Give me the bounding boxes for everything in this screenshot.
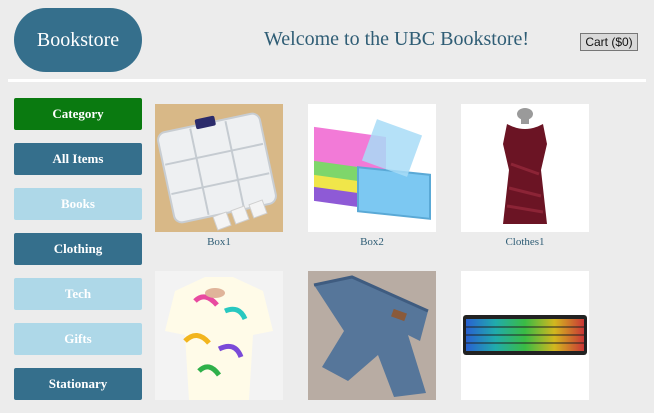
product-card-keyboard[interactable] [461, 271, 589, 400]
cart-button[interactable]: Cart ($0) [580, 33, 638, 51]
product-image-clothes1[interactable] [461, 104, 589, 232]
red-dress-image [461, 104, 589, 232]
product-card-shirt[interactable] [155, 271, 283, 400]
product-image-box1[interactable] [155, 104, 283, 232]
product-card-jeans[interactable] [308, 271, 436, 400]
rgb-keyboard-image [461, 271, 589, 400]
category-heading: Category [14, 98, 142, 130]
product-image-shirt[interactable] [155, 271, 283, 400]
product-image-jeans[interactable] [308, 271, 436, 400]
category-sidebar: Category All Items Books Clothing Tech G… [14, 98, 142, 413]
bookstore-logo-button[interactable]: Bookstore [14, 8, 142, 72]
product-card-box2[interactable]: Box2 [308, 104, 436, 248]
sidebar-item-gifts[interactable]: Gifts [14, 323, 142, 355]
organizer-box-image [155, 104, 283, 232]
product-image-keyboard[interactable] [461, 271, 589, 400]
product-card-clothes1[interactable]: Clothes1 [461, 104, 589, 248]
header: Bookstore Welcome to the UBC Bookstore! … [0, 0, 654, 78]
sidebar-item-all-items[interactable]: All Items [14, 143, 142, 175]
product-name-clothes1[interactable]: Clothes1 [461, 236, 589, 248]
colorful-boxes-image [308, 104, 436, 232]
sidebar-item-tech[interactable]: Tech [14, 278, 142, 310]
product-name-box2[interactable]: Box2 [308, 236, 436, 248]
sidebar-item-stationary[interactable]: Stationary [14, 368, 142, 400]
header-divider [8, 79, 646, 82]
product-card-box1[interactable]: Box1 [155, 104, 283, 248]
product-image-box2[interactable] [308, 104, 436, 232]
feather-shirt-image [155, 271, 283, 400]
jeans-image [308, 271, 436, 400]
product-name-box1[interactable]: Box1 [155, 236, 283, 248]
sidebar-item-books[interactable]: Books [14, 188, 142, 220]
welcome-heading: Welcome to the UBC Bookstore! [264, 28, 530, 50]
sidebar-item-clothing[interactable]: Clothing [14, 233, 142, 265]
